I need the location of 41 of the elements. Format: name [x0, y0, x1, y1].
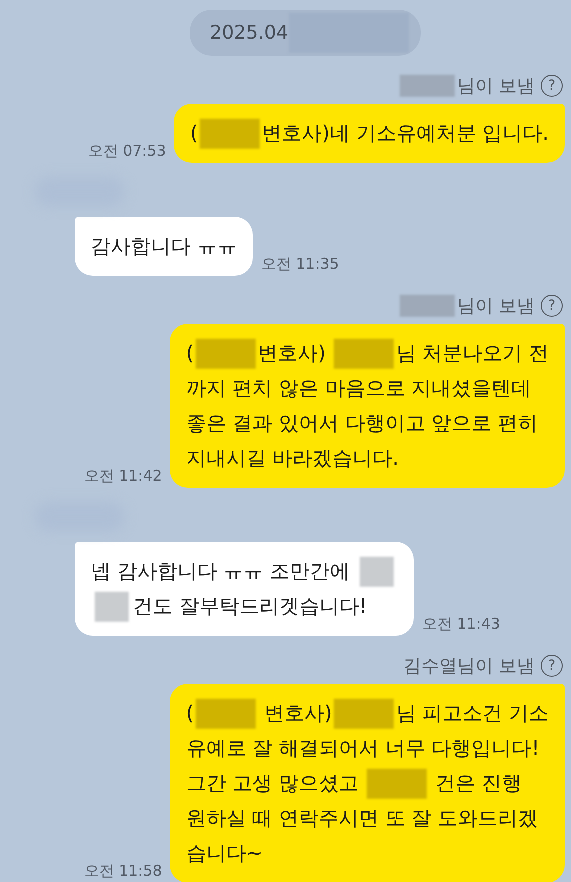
redaction-mark	[196, 698, 256, 728]
message-text: (	[186, 700, 194, 727]
message-text: 좋은 결과 있어서 다행이고 앞으로 편히	[186, 410, 538, 437]
redaction-mark	[360, 556, 394, 586]
message-time: 오전 07:53	[88, 142, 166, 162]
message-text: 유예로 잘 해결되어서 너무 다행입니다!	[186, 735, 540, 762]
sender-label: 님이 보냄	[457, 295, 535, 318]
redaction-mark	[196, 338, 256, 368]
message-text: 건은 진행	[434, 770, 522, 797]
message-text: 변호사)네 기소유예처분 입니다.	[262, 120, 549, 147]
message-text: 원하실 때 연락주시면 또 잘 도와드리겠	[186, 805, 538, 832]
message-text: (	[186, 340, 194, 367]
help-button[interactable]: ?	[541, 75, 563, 97]
message-text: 변호사)	[263, 700, 332, 727]
sender-label: 님이 보냄	[457, 75, 535, 98]
redaction-mark	[95, 592, 129, 622]
redaction-mark	[200, 118, 260, 148]
message-time: 오전 11:43	[422, 615, 500, 635]
date-text: 2025.04	[210, 22, 289, 44]
message-text: 님 처분나오기 전	[396, 340, 549, 367]
redaction-mark	[400, 295, 456, 317]
redaction-mark	[400, 75, 456, 97]
message-text: 그간 고생 많으셨고	[186, 770, 360, 797]
redaction-mark	[334, 338, 394, 368]
message-text: 님 피고소건 기소	[396, 700, 549, 727]
message-time: 오전 11:42	[84, 467, 162, 487]
help-button[interactable]: ?	[541, 655, 563, 677]
message-time: 오전 11:58	[84, 862, 162, 882]
redaction-mark	[367, 768, 428, 798]
message-text: 지내시길 바라겠습니다.	[186, 445, 400, 472]
message-time: 오전 11:35	[261, 255, 340, 275]
message-text: 넵 감사합니다 ㅠㅠ 조만간에	[91, 558, 352, 585]
message-text: 감사합니다 ㅠㅠ	[91, 233, 238, 260]
message-text: 습니다~	[186, 840, 264, 867]
help-button[interactable]: ?	[541, 295, 563, 317]
message-text: 변호사)	[258, 340, 327, 367]
sender-label: 김수열님이 보냄	[403, 655, 535, 678]
message-text: 건도 잘부탁드리겟습니다!	[133, 593, 368, 620]
redaction-mark	[334, 698, 394, 728]
message-text: 까지 편치 않은 마음으로 지내셨을텐데	[186, 375, 532, 402]
message-text: (	[190, 120, 198, 147]
